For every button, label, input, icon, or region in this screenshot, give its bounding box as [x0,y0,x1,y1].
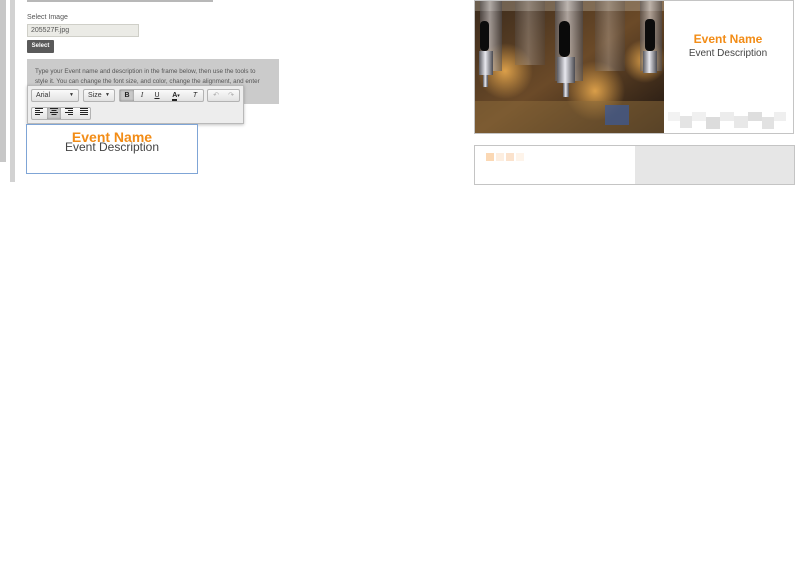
pixel-square [486,153,494,161]
align-center-icon [50,108,58,115]
beer-tap-image [475,1,664,133]
font-color-button[interactable]: A▾ [167,90,185,101]
history-button-group: ↶ ↷ [207,89,240,102]
bold-button[interactable]: B [120,90,134,101]
font-family-value: Arial [36,92,51,99]
align-right-button[interactable] [62,108,76,119]
chevron-down-icon: ▾ [177,93,180,99]
font-family-dropdown[interactable]: Arial ▼ [31,89,79,102]
instructions-line-1: Type your Event name and description in … [35,68,256,75]
chevron-down-icon: ▼ [105,92,110,98]
select-image-label: Select Image [27,14,68,21]
left-scroll-strip [0,0,6,162]
style-button-group: B I U A▾ T [119,89,204,102]
justify-button[interactable] [77,108,91,119]
preview-card: Event Name Event Description [474,0,794,134]
preview-card-secondary [474,145,795,185]
align-right-icon [65,108,73,115]
align-center-button[interactable] [47,108,61,119]
file-name-field[interactable]: 205527F.jpg [27,24,139,37]
align-left-button[interactable] [32,108,46,119]
font-size-dropdown[interactable]: Size ▼ [83,89,115,102]
underline-button[interactable]: U [150,90,164,101]
remove-format-button[interactable]: T [188,90,202,101]
align-left-icon [35,108,43,115]
pixel-square [496,153,504,161]
editor-event-description[interactable]: Event Description [27,140,197,154]
font-size-value: Size [88,92,102,99]
select-button[interactable]: Select [27,40,54,53]
preview-gray-panel [635,146,794,184]
preview-event-description: Event Description [688,48,768,59]
text-formatting-toolbar: Arial ▼ Size ▼ B I U A▾ T ↶ ↷ [27,85,244,124]
pixelated-placeholder [668,112,786,129]
top-divider [27,0,213,2]
italic-button[interactable]: I [135,90,149,101]
preview-event-name: Event Name [693,32,763,46]
undo-button[interactable]: ↶ [209,90,223,101]
redo-button[interactable]: ↷ [224,90,238,101]
left-panel-edge [10,0,15,182]
pixel-square [506,153,514,161]
alignment-button-group [31,107,91,120]
remove-format-icon: T [192,92,198,99]
justify-icon [80,108,88,115]
chevron-down-icon: ▼ [69,92,74,98]
pixel-square [516,153,524,161]
beer-tap-photo [475,1,664,133]
event-text-editor[interactable]: Event Name Event Description [26,124,198,174]
